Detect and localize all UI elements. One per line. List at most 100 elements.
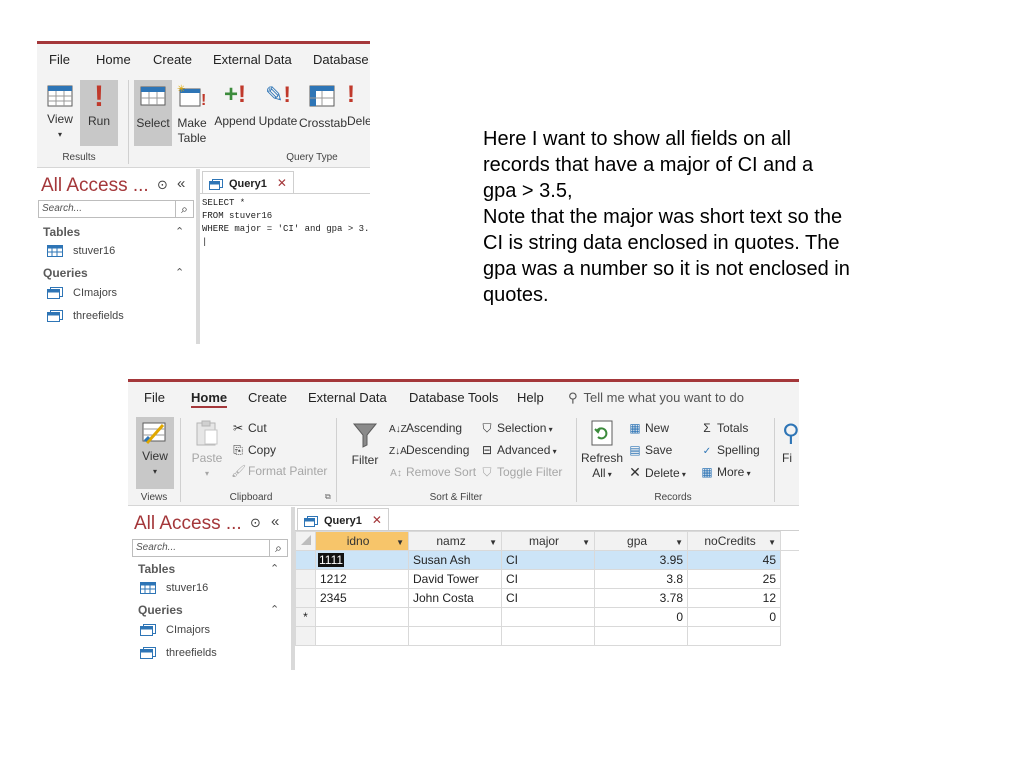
- nav-title[interactable]: All Access ...: [134, 513, 242, 535]
- nav-section-queries[interactable]: Queries: [43, 266, 88, 280]
- cell-idno[interactable]: 1212: [315, 569, 409, 589]
- cell-idno[interactable]: 2345: [315, 588, 409, 608]
- more-button[interactable]: ▦ More ▾: [700, 464, 750, 482]
- menu-file[interactable]: File: [49, 52, 70, 67]
- cell-idno[interactable]: 1111: [315, 550, 409, 570]
- nav-menu-icon[interactable]: ⊙: [250, 515, 261, 531]
- row-selector[interactable]: [295, 569, 316, 589]
- column-header-major[interactable]: major ▼: [501, 531, 595, 551]
- chevron-up-icon[interactable]: ⌃: [270, 562, 279, 575]
- nav-menu-icon[interactable]: ⊙: [157, 177, 168, 193]
- search-icon[interactable]: ⌕: [270, 539, 288, 557]
- cell-nocredits[interactable]: 25: [687, 569, 781, 589]
- crosstab-button[interactable]: Crosstab: [299, 80, 347, 146]
- nav-item-threefields[interactable]: threefields: [47, 310, 124, 323]
- view-button[interactable]: View ▾: [41, 80, 79, 146]
- cell-namz[interactable]: David Tower: [408, 569, 502, 589]
- paste-button[interactable]: Paste ▾: [188, 417, 226, 489]
- delete-query-button[interactable]: ! Dele: [347, 80, 370, 146]
- nav-search-input[interactable]: Search...: [132, 539, 270, 557]
- column-header-idno[interactable]: idno ▼: [315, 531, 409, 551]
- close-icon[interactable]: ✕: [372, 513, 382, 527]
- column-header-namz[interactable]: namz ▼: [408, 531, 502, 551]
- cell-namz[interactable]: Susan Ash: [408, 550, 502, 570]
- new-record-button[interactable]: ▦ New: [628, 420, 669, 436]
- cell-gpa[interactable]: 3.78: [594, 588, 688, 608]
- view-button[interactable]: View ▾: [136, 417, 174, 489]
- new-record-row[interactable]: * 0 0: [295, 607, 800, 627]
- collapse-pane-icon[interactable]: «: [271, 513, 279, 530]
- menu-create[interactable]: Create: [248, 390, 287, 405]
- nav-search-input[interactable]: Search...: [38, 200, 176, 218]
- find-button[interactable]: ⚲ Fi: [782, 417, 799, 489]
- nav-item-cimajors[interactable]: CImajors: [140, 624, 210, 637]
- select-query-button[interactable]: Select: [134, 80, 172, 146]
- selection-button[interactable]: ⛉ Selection ▾: [480, 420, 552, 438]
- descending-button[interactable]: Z↓ADescending: [389, 442, 469, 460]
- nav-section-tables[interactable]: Tables: [43, 225, 80, 239]
- append-button[interactable]: +! Append: [213, 80, 257, 146]
- save-record-button[interactable]: ▤ Save: [628, 442, 672, 458]
- filter-button[interactable]: Filter: [344, 417, 386, 489]
- cell-gpa[interactable]: 0: [594, 607, 688, 627]
- column-header-gpa[interactable]: gpa ▼: [594, 531, 688, 551]
- sql-text[interactable]: SELECT * FROM stuver16 WHERE major = 'CI' …: [202, 197, 370, 249]
- ascending-button[interactable]: A↓ZAscending: [389, 420, 462, 438]
- cell-gpa[interactable]: 3.95: [594, 550, 688, 570]
- tell-me-search[interactable]: ⚲ Tell me what you want to do: [568, 390, 744, 406]
- new-record-marker[interactable]: *: [295, 607, 316, 627]
- nav-section-queries[interactable]: Queries: [138, 603, 183, 617]
- delete-record-button[interactable]: ✕ Delete ▾: [628, 464, 686, 483]
- cell-gpa[interactable]: 3.8: [594, 569, 688, 589]
- cell-nocredits[interactable]: 45: [687, 550, 781, 570]
- chevron-down-icon[interactable]: ▼: [768, 538, 776, 547]
- table-row[interactable]: 1212 David Tower CI 3.8 25: [295, 569, 800, 589]
- menu-create[interactable]: Create: [153, 52, 192, 67]
- spelling-button[interactable]: ✓ Spelling: [700, 442, 760, 460]
- menu-database[interactable]: Database: [313, 52, 369, 67]
- menu-file[interactable]: File: [144, 390, 165, 405]
- chevron-down-icon[interactable]: ▼: [675, 538, 683, 547]
- cell-major[interactable]: [501, 607, 595, 627]
- table-row[interactable]: 1111 Susan Ash CI 3.95 45: [295, 550, 799, 570]
- cell-nocredits[interactable]: 12: [687, 588, 781, 608]
- column-header-nocredits[interactable]: noCredits ▼: [687, 531, 781, 551]
- chevron-up-icon[interactable]: ⌃: [175, 225, 184, 238]
- select-all-corner[interactable]: [295, 531, 316, 551]
- cell-namz[interactable]: [408, 607, 502, 627]
- nav-item-cimajors[interactable]: CImajors: [47, 287, 117, 300]
- chevron-down-icon[interactable]: ▼: [582, 538, 590, 547]
- nav-item-stuver16[interactable]: stuver16: [140, 582, 208, 595]
- toggle-filter-button[interactable]: ⛉ Toggle Filter: [480, 464, 562, 480]
- collapse-pane-icon[interactable]: «: [177, 175, 185, 192]
- dialog-launcher-icon[interactable]: ⧉: [325, 492, 331, 502]
- cell-major[interactable]: CI: [501, 569, 595, 589]
- cell-major[interactable]: CI: [501, 588, 595, 608]
- menu-external-data[interactable]: External Data: [213, 52, 292, 67]
- chevron-up-icon[interactable]: ⌃: [270, 603, 279, 616]
- cut-button[interactable]: ✂ Cut: [231, 420, 267, 436]
- remove-sort-button[interactable]: A↕ Remove Sort: [389, 464, 476, 482]
- menu-home[interactable]: Home: [96, 52, 131, 67]
- row-selector[interactable]: [295, 550, 316, 570]
- cell-idno[interactable]: [315, 607, 409, 627]
- tab-query1[interactable]: Query1 ✕: [297, 508, 389, 530]
- cell-major[interactable]: CI: [501, 550, 595, 570]
- copy-button[interactable]: ⎘ Copy: [231, 442, 276, 458]
- format-painter-button[interactable]: 🖌 Format Painter: [231, 463, 327, 479]
- make-table-button[interactable]: ✳! Make Table: [173, 80, 211, 160]
- update-button[interactable]: ✎! Update: [257, 80, 299, 146]
- cell-nocredits[interactable]: 0: [687, 607, 781, 627]
- nav-section-tables[interactable]: Tables: [138, 562, 175, 576]
- search-icon[interactable]: ⌕: [176, 200, 194, 218]
- menu-external-data[interactable]: External Data: [308, 390, 387, 405]
- chevron-up-icon[interactable]: ⌃: [175, 266, 184, 279]
- close-icon[interactable]: ✕: [277, 176, 287, 190]
- cell-namz[interactable]: John Costa: [408, 588, 502, 608]
- refresh-all-button[interactable]: Refresh All ▾: [580, 417, 624, 493]
- nav-item-stuver16[interactable]: stuver16: [47, 245, 115, 258]
- nav-title[interactable]: All Access ...: [41, 175, 149, 197]
- totals-button[interactable]: Σ Totals: [700, 420, 748, 436]
- menu-home[interactable]: Home: [191, 390, 228, 408]
- chevron-down-icon[interactable]: ▼: [396, 538, 404, 547]
